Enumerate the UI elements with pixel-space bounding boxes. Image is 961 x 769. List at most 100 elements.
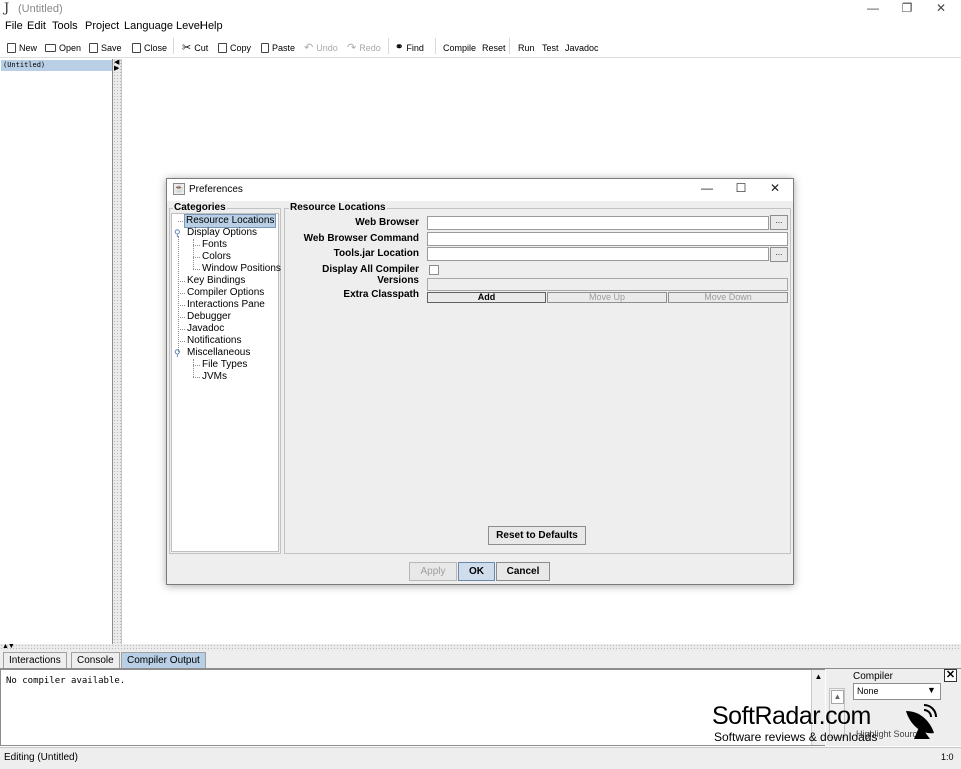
- tree-item-miscellaneous[interactable]: Miscellaneous: [187, 347, 250, 359]
- tree-connector: [193, 257, 200, 258]
- dialog-title: Preferences: [189, 184, 243, 195]
- document-item[interactable]: (Untitled): [1, 60, 112, 71]
- close-panel-icon[interactable]: ✕: [944, 669, 957, 682]
- menu-tools[interactable]: Tools: [52, 20, 78, 32]
- open-button[interactable]: Open: [45, 40, 81, 56]
- toolbar-separator: [173, 38, 174, 54]
- watermark-title: SoftRadar.com: [712, 702, 871, 731]
- tab-compiler-output[interactable]: Compiler Output: [121, 652, 206, 668]
- scissors-icon: ✂: [182, 40, 191, 56]
- redo-button[interactable]: ↷ Redo: [347, 40, 381, 56]
- tree-item-colors[interactable]: Colors: [202, 251, 231, 263]
- tab-interactions[interactable]: Interactions: [3, 652, 67, 668]
- tree-item-compiler-options[interactable]: Compiler Options: [187, 287, 264, 299]
- tab-console[interactable]: Console: [71, 652, 120, 668]
- close-button[interactable]: ✕: [924, 0, 958, 18]
- tools-jar-label: Tools.jar Location: [279, 248, 419, 259]
- tree-item-jvms[interactable]: JVMs: [202, 371, 227, 383]
- toolbar-separator: [509, 38, 510, 54]
- tree-toggle-icon[interactable]: ⚲: [174, 348, 181, 359]
- copy-icon: [218, 43, 227, 53]
- tools-jar-browse-button[interactable]: ...: [770, 247, 788, 262]
- close-label: Close: [144, 40, 167, 56]
- copy-button[interactable]: Copy: [218, 40, 251, 56]
- cancel-button[interactable]: Cancel: [496, 562, 550, 581]
- add-classpath-button[interactable]: Add: [427, 292, 546, 303]
- reset-button[interactable]: Reset: [482, 40, 506, 56]
- tree-toggle-icon[interactable]: ⚲: [174, 228, 181, 239]
- tree-connector: [178, 293, 185, 294]
- compile-button[interactable]: Compile: [443, 40, 476, 56]
- undo-icon: ↶: [304, 40, 313, 56]
- menu-file[interactable]: File: [5, 20, 23, 32]
- reset-to-defaults-button[interactable]: Reset to Defaults: [488, 526, 586, 545]
- tree-item-javadoc[interactable]: Javadoc: [187, 323, 224, 335]
- tree-item-resource-locations[interactable]: Resource Locations: [184, 214, 276, 228]
- dialog-close-button[interactable]: ✕: [758, 181, 792, 197]
- apply-button[interactable]: Apply: [409, 562, 457, 581]
- web-browser-command-label: Web Browser Command: [279, 233, 419, 244]
- tree-item-notifications[interactable]: Notifications: [187, 335, 241, 347]
- menu-language-level[interactable]: Language Level: [124, 20, 202, 32]
- menu-project[interactable]: Project: [85, 20, 119, 32]
- display-all-compilers-label: Display All Compiler Versions: [279, 264, 419, 286]
- tree-connector: [178, 305, 185, 306]
- cut-label: Cut: [194, 40, 208, 56]
- java-cup-icon: ☕: [173, 183, 185, 195]
- undo-button[interactable]: ↶ Undo: [304, 40, 338, 56]
- web-browser-browse-button[interactable]: ...: [770, 215, 788, 230]
- scroll-up-icon[interactable]: ▲: [812, 672, 825, 681]
- dialog-maximize-button[interactable]: ☐: [724, 181, 758, 197]
- web-browser-field[interactable]: [427, 216, 769, 230]
- tree-connector: [178, 329, 185, 330]
- tree-item-fonts[interactable]: Fonts: [202, 239, 227, 251]
- minimize-button[interactable]: —: [856, 0, 890, 18]
- splitter-arrows-icon[interactable]: ▲▼: [2, 643, 14, 650]
- move-up-button[interactable]: Move Up: [547, 292, 667, 303]
- cursor-position: 1:0: [941, 752, 954, 762]
- paste-clipboard-icon: [261, 43, 269, 53]
- app-icon: J: [4, 1, 9, 16]
- redo-icon: ↷: [347, 40, 356, 56]
- run-button[interactable]: Run: [518, 40, 535, 56]
- extra-classpath-list[interactable]: [427, 278, 788, 291]
- tree-item-debugger[interactable]: Debugger: [187, 311, 231, 323]
- toolbar-separator: [435, 38, 436, 54]
- tree-connector: [178, 236, 179, 354]
- tree-item-file-types[interactable]: File Types: [202, 359, 247, 371]
- tools-jar-field[interactable]: [427, 247, 769, 261]
- web-browser-command-field[interactable]: [427, 232, 788, 246]
- new-file-icon: [7, 43, 16, 53]
- tree-item-window-positions[interactable]: Window Positions: [202, 263, 281, 275]
- title-bar: [0, 0, 961, 18]
- javadoc-button[interactable]: Javadoc: [565, 40, 599, 56]
- close-file-button[interactable]: Close: [132, 40, 167, 56]
- chevron-down-icon[interactable]: ▼: [927, 685, 936, 695]
- display-all-compilers-checkbox[interactable]: [429, 265, 439, 275]
- tree-connector: [178, 281, 185, 282]
- tree-item-interactions-pane[interactable]: Interactions Pane: [187, 299, 265, 311]
- move-down-button[interactable]: Move Down: [668, 292, 788, 303]
- tree-item-display-options[interactable]: Display Options: [187, 227, 257, 239]
- tree-connector: [193, 359, 194, 377]
- new-label: New: [19, 40, 37, 56]
- ok-button[interactable]: OK: [458, 562, 495, 581]
- tree-item-key-bindings[interactable]: Key Bindings: [187, 275, 245, 287]
- dialog-minimize-button[interactable]: —: [690, 181, 724, 197]
- restore-button[interactable]: ❐: [890, 0, 924, 18]
- vertical-splitter[interactable]: [113, 59, 121, 644]
- splitter-arrows-icon[interactable]: ◀▶: [114, 60, 119, 72]
- test-button[interactable]: Test: [542, 40, 559, 56]
- menu-edit[interactable]: Edit: [27, 20, 46, 32]
- save-button[interactable]: Save: [89, 40, 122, 56]
- compiler-label: Compiler: [853, 671, 893, 682]
- find-button[interactable]: ⚭ Find: [395, 40, 424, 56]
- save-disk-icon: [89, 43, 98, 53]
- paste-button[interactable]: Paste: [261, 40, 295, 56]
- new-button[interactable]: New: [7, 40, 37, 56]
- status-bar: [0, 747, 961, 769]
- cut-button[interactable]: ✂ Cut: [182, 40, 208, 56]
- menu-help[interactable]: Help: [200, 20, 223, 32]
- horizontal-splitter[interactable]: [0, 644, 961, 651]
- tree-connector: [193, 269, 200, 270]
